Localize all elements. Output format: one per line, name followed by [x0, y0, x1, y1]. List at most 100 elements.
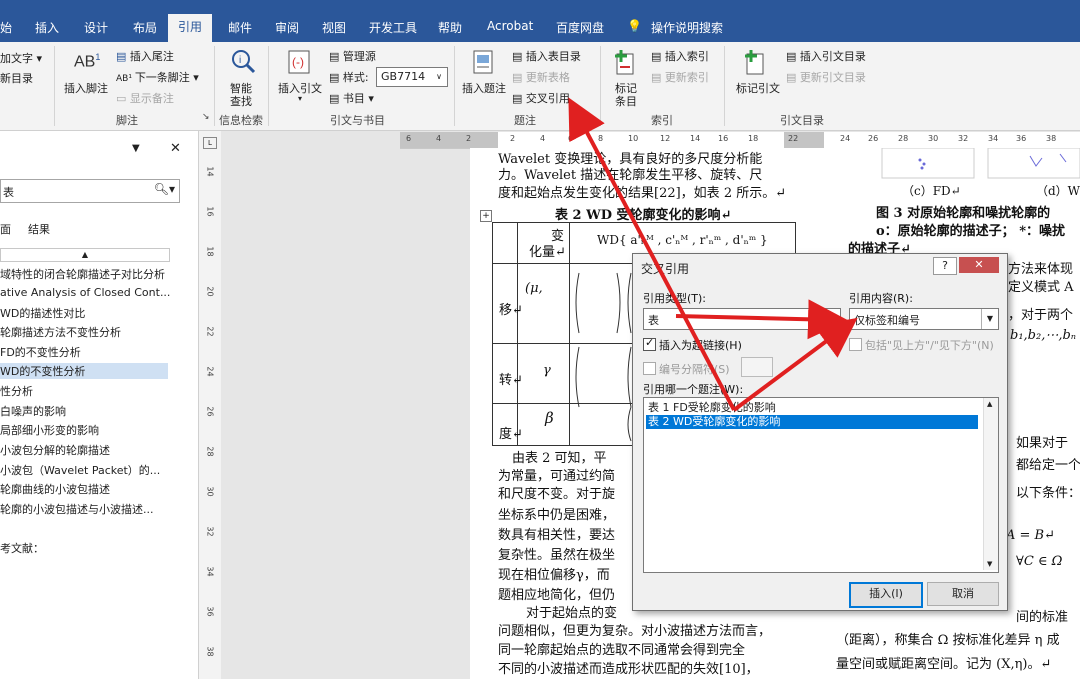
tab-selector-icon[interactable]: L — [203, 137, 217, 149]
ruler-tick-label: 28 — [205, 446, 215, 457]
reference-type-select[interactable]: 表 ▼ — [643, 308, 841, 330]
nav-search-input[interactable]: 表 — [3, 184, 14, 200]
update-table-button[interactable]: ▤ 更新表格 — [512, 69, 570, 85]
footnote-dialog-launcher-icon[interactable]: ↘ — [202, 112, 210, 122]
separator-input[interactable] — [741, 357, 773, 377]
ruler-tick-label: 34 — [205, 566, 215, 577]
nav-search-box[interactable]: 表 🔍︎▾ — [0, 179, 180, 203]
ruler-tick-label: 6 — [568, 134, 574, 143]
caption-listbox[interactable]: 表 1 FD受轮廓变化的影响 表 2 WD受轮廓变化的影响 ▲ ▼ — [643, 397, 999, 573]
group-separator — [214, 46, 215, 126]
nav-heading-item[interactable]: 小波包（Wavelet Packet）的... — [0, 462, 160, 478]
tab-help[interactable]: 帮助 — [438, 19, 462, 36]
group-label-insights: 信息检索 — [219, 114, 263, 127]
tab-references[interactable]: 引用 — [168, 14, 213, 42]
insert-table-of-figures-button[interactable]: ▤ 插入表目录 — [512, 48, 581, 64]
dialog-title-bar[interactable]: 交叉引用 ? ✕ — [633, 254, 1007, 280]
ruler-tick-label: 26 — [205, 406, 215, 417]
ruler-tick-label: 36 — [205, 606, 215, 617]
tab-review[interactable]: 审阅 — [275, 19, 299, 36]
ruler-tick-label: 4 — [540, 134, 546, 143]
tab-home[interactable]: 始 — [0, 19, 12, 36]
insert-hyperlink-checkbox[interactable]: ✓ — [643, 336, 656, 351]
scroll-down-icon[interactable]: ▼ — [987, 560, 992, 568]
nav-tab-pages[interactable]: 面 — [0, 221, 11, 237]
listbox-scrollbar[interactable]: ▲ ▼ — [983, 398, 998, 570]
nav-heading-item[interactable]: 轮廓的小波包描述与小波描述... — [0, 501, 154, 517]
nav-heading-item[interactable]: WD的描述性对比 — [0, 305, 85, 321]
list-item-selected[interactable]: 表 2 WD受轮廓变化的影响 — [646, 415, 978, 429]
insert-footnote-button[interactable]: 插入脚注 — [64, 80, 108, 96]
reference-content-select[interactable]: 仅标签和编号 ▼ — [849, 308, 999, 330]
nav-heading-item[interactable]: 性分析 — [0, 383, 33, 399]
insert-button[interactable]: 插入(I) — [849, 582, 923, 608]
nav-heading-item[interactable]: 考文献： — [0, 540, 44, 556]
cross-reference-button[interactable]: ▤ 交叉引用 — [512, 90, 570, 106]
nav-tab-results[interactable]: 结果 — [28, 221, 50, 237]
tab-insert[interactable]: 插入 — [35, 19, 59, 36]
insert-index-button[interactable]: ▤ 插入索引 — [651, 48, 709, 64]
tab-design[interactable]: 设计 — [84, 19, 108, 36]
insert-toa-button[interactable]: ▤ 插入引文目录 — [786, 48, 866, 64]
tab-layout[interactable]: 布局 — [133, 19, 157, 36]
tab-mailings[interactable]: 邮件 — [228, 19, 252, 36]
list-item[interactable]: 表 1 FD受轮廓变化的影响 — [646, 401, 776, 415]
nav-heading-item[interactable]: 域特性的闭合轮廓描述子对比分析 — [0, 266, 165, 282]
style-icon: ▤ — [329, 71, 343, 84]
citation-style-select[interactable]: GB7714 ∨ — [376, 67, 448, 87]
figure-subcaption: （c）FD↵ — [902, 184, 961, 198]
insert-caption-button[interactable]: 插入题注 — [462, 80, 506, 96]
tab-developer[interactable]: 开发工具 — [369, 19, 417, 36]
chevron-down-icon: ▼ — [981, 309, 998, 329]
nav-heading-item[interactable]: 局部细小形变的影响 — [0, 422, 99, 438]
scroll-up-icon[interactable]: ▲ — [987, 400, 992, 408]
update-index-icon: ▤ — [651, 71, 665, 84]
table-row-label: 移↵ — [499, 303, 523, 318]
help-button[interactable]: ? — [933, 257, 957, 275]
update-toc-button[interactable]: 新目录 — [0, 70, 33, 86]
table-of-figures-icon: ▤ — [512, 50, 526, 63]
insert-endnote-button[interactable]: ▤ 插入尾注 — [116, 48, 174, 64]
nav-heading-item[interactable]: ative Analysis of Closed Cont... — [0, 286, 170, 299]
nav-heading-item[interactable]: 轮廓曲线的小波包描述 — [0, 481, 110, 497]
manage-sources-button[interactable]: ▤ 管理源 — [329, 48, 376, 64]
update-toa-button[interactable]: ▤ 更新引文目录 — [786, 69, 866, 85]
include-above-below-checkbox[interactable] — [849, 338, 862, 351]
update-index-button[interactable]: ▤ 更新索引 — [651, 69, 709, 85]
nav-heading-item[interactable]: 轮廓描述方法不变性分析 — [0, 324, 121, 340]
nav-heading-item[interactable]: 白噪声的影响 — [0, 403, 66, 419]
ruler-tick-label: 38 — [205, 646, 215, 657]
doc-text-line: 数具有相关性，要达 — [498, 528, 616, 543]
cancel-button[interactable]: 取消 — [927, 582, 999, 606]
tab-view[interactable]: 视图 — [322, 19, 346, 36]
table-move-handle-icon[interactable]: + — [480, 210, 492, 222]
bibliography-button[interactable]: ▤ 书目 ▾ — [329, 90, 374, 106]
show-notes-button[interactable]: ▭ 显示备注 — [116, 90, 174, 106]
collapse-all-icon[interactable]: ▲ — [0, 248, 170, 262]
doc-text-line: 对于起始点的变 — [526, 606, 618, 621]
update-toa-label: 更新引文目录 — [799, 71, 866, 84]
separate-numbers-checkbox[interactable] — [643, 362, 656, 375]
insert-citation-dropdown-icon[interactable]: ▾ — [298, 94, 302, 103]
tab-acrobat[interactable]: Acrobat — [487, 19, 533, 33]
nav-heading-item[interactable]: WD的不变性分析 — [0, 363, 168, 379]
smart-lookup-icon: i — [232, 50, 256, 74]
nav-heading-item[interactable]: 小波包分解的轮廓描述 — [0, 442, 110, 458]
search-icon[interactable]: 🔍︎▾ — [154, 182, 175, 196]
nav-heading-item[interactable]: FD的不变性分析 — [0, 344, 81, 360]
mark-citation-button[interactable]: 标记引文 — [736, 80, 780, 96]
chevron-down-icon: ∨ — [431, 68, 447, 86]
pane-options-chevron-icon[interactable]: ▼ — [132, 143, 140, 154]
table-caption: 表 2 WD 受轮廓变化的影响↵ — [555, 208, 732, 223]
insert-toa-label: 插入引文目录 — [799, 50, 866, 63]
figure-plot-snippets — [881, 148, 1080, 179]
tab-baidu-netdisk[interactable]: 百度网盘 — [556, 19, 604, 36]
close-pane-icon[interactable]: ✕ — [170, 141, 181, 156]
add-text-button[interactable]: 加文字 ▾ — [0, 50, 42, 66]
mark-entry-label-2[interactable]: 条目 — [615, 93, 637, 109]
next-footnote-button[interactable]: AB¹ 下一条脚注 ▾ — [116, 69, 199, 85]
tell-me-search[interactable]: 操作说明搜索 — [651, 19, 723, 36]
smart-lookup-label-2[interactable]: 查找 — [230, 93, 252, 109]
close-icon[interactable]: ✕ — [959, 257, 999, 273]
doc-formula: ∀C ∈ Ω — [1016, 554, 1063, 569]
